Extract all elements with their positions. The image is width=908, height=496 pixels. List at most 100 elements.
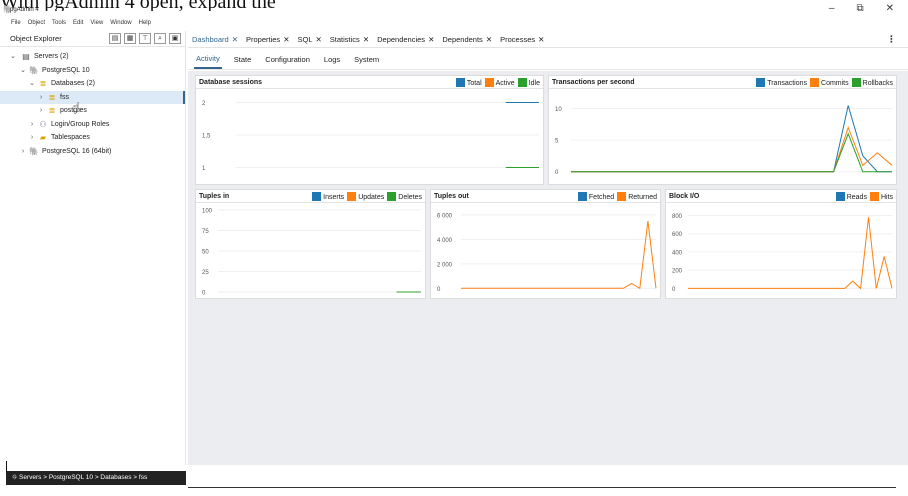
menu-window[interactable]: Window	[110, 17, 131, 29]
legend-item[interactable]: Deletes	[387, 191, 422, 201]
chevron-right-icon[interactable]: ›	[28, 131, 36, 145]
tree-node-login-roles[interactable]: › ⚇ Login/Group Roles	[0, 118, 185, 132]
y-tick-label: 50	[202, 250, 209, 256]
close-icon[interactable]: ✕	[283, 35, 289, 44]
tab-dashboard[interactable]: Dashboard ✕	[192, 35, 238, 44]
transactions-per-second-panel: Transactions per second Transactions Com…	[548, 75, 897, 185]
subtab-state[interactable]: State	[232, 51, 254, 68]
y-tick-label: 0	[437, 287, 441, 293]
close-icon[interactable]: ✕	[316, 35, 322, 44]
menu-view[interactable]: View	[90, 17, 103, 29]
menu-tools[interactable]: Tools	[52, 17, 66, 29]
menu-help[interactable]: Help	[139, 17, 151, 29]
chevron-down-icon[interactable]: ⌄	[9, 50, 17, 64]
tuples-out-chart: 6 000 4 000 2 000 0	[437, 213, 657, 293]
tuples-in-chart: 100 75 50 25 0	[202, 209, 421, 297]
y-tick-label: 1	[202, 166, 206, 172]
tree-node-fss[interactable]: › ≣ fss	[0, 90, 185, 105]
tab-properties[interactable]: Properties ✕	[246, 35, 289, 44]
close-icon[interactable]: ✕	[486, 35, 492, 44]
divider	[188, 487, 896, 488]
legend-item[interactable]: Total	[455, 77, 482, 87]
legend-item[interactable]: Rollbacks	[851, 77, 893, 87]
restore-icon[interactable]: ⧉	[856, 3, 863, 14]
breadcrumb: Servers > PostgreSQL 10 > Databases > fs…	[19, 474, 148, 481]
y-tick-label: 200	[672, 269, 683, 275]
tree-node-postgresql-16[interactable]: › 🐘 PostgreSQL 16 (64bit)	[0, 145, 185, 159]
chevron-down-icon[interactable]: ⌄	[19, 64, 27, 78]
tree-node-databases[interactable]: ⌄ ≣ Databases (2)	[0, 77, 185, 91]
object-explorer: Object Explorer ▤ ▦ ⊤ ⌕ ▣ ⌄ ▤ Servers (2…	[0, 31, 186, 465]
database-sessions-chart: 21,51	[202, 101, 539, 172]
menu-bar: File Object Tools Edit View Window Help	[0, 17, 908, 29]
y-tick-label: 1,5	[202, 134, 211, 140]
tab-dependencies[interactable]: Dependencies ✕	[377, 35, 434, 44]
chevron-right-icon[interactable]: ›	[37, 104, 45, 118]
psql-tool-icon[interactable]: ▣	[169, 33, 181, 44]
object-tree: ⌄ ▤ Servers (2) ⌄ 🐘 PostgreSQL 10 ⌄ ≣ Da…	[0, 47, 185, 158]
dashboard-subtabs: Activity State Configuration Logs System	[188, 50, 908, 70]
panel-title: Transactions per second	[552, 78, 635, 86]
tree-node-label: Tablespaces	[51, 134, 90, 141]
y-tick-label: 0	[672, 287, 676, 293]
legend-item[interactable]: Returned	[617, 191, 657, 201]
series-line-hits	[688, 217, 893, 290]
tree-node-label: fss	[60, 93, 69, 101]
subtab-logs[interactable]: Logs	[322, 51, 342, 68]
search-icon[interactable]: ⌕	[154, 33, 166, 44]
menu-file[interactable]: File	[11, 17, 21, 29]
server-elephant-icon: 🐘	[29, 146, 39, 156]
window-controls: – ⧉ ✕	[829, 3, 894, 14]
close-icon[interactable]: ✕	[538, 35, 544, 44]
series-line-transactions	[571, 105, 892, 173]
menu-edit[interactable]: Edit	[73, 17, 83, 29]
filter-rows-icon[interactable]: ⊤	[139, 33, 151, 44]
series-line-returned	[461, 220, 657, 290]
title-bar: 🐘 pgAdmin 4 – ⧉ ✕	[0, 0, 908, 17]
legend-item[interactable]: Idle	[517, 77, 540, 87]
tab-sql[interactable]: SQL ✕	[297, 35, 321, 44]
tree-node-label: PostgreSQL 16 (64bit)	[42, 147, 112, 155]
chevron-down-icon[interactable]: ⌄	[28, 77, 36, 91]
more-options-icon[interactable]: ⋮	[887, 34, 896, 45]
tree-node-postgres[interactable]: › ≣ postgres	[0, 104, 185, 118]
chevron-right-icon[interactable]: ›	[28, 118, 36, 132]
servers-icon: ▤	[22, 52, 30, 61]
tab-dependents[interactable]: Dependents ✕	[442, 35, 492, 44]
legend-item[interactable]: Active	[484, 77, 515, 87]
close-icon[interactable]: ✕	[428, 35, 434, 44]
close-icon[interactable]: ✕	[363, 35, 369, 44]
query-tool-icon[interactable]: ▤	[109, 33, 121, 44]
status-breadcrumb: ⛗ Servers > PostgreSQL 10 > Databases > …	[6, 461, 186, 485]
folder-icon: ▰	[39, 133, 47, 142]
legend-item[interactable]: Transactions	[756, 77, 807, 87]
chevron-right-icon[interactable]: ›	[19, 145, 27, 159]
dashboard-content: Database sessions Total Active Idle 2 1,5…	[188, 71, 908, 465]
roles-icon: ⚇	[39, 119, 47, 129]
menu-object[interactable]: Object	[28, 17, 45, 29]
legend-item[interactable]: Inserts	[312, 191, 344, 201]
view-data-icon[interactable]: ▦	[124, 33, 136, 44]
object-explorer-header: Object Explorer ▤ ▦ ⊤ ⌕ ▣	[0, 31, 185, 47]
legend-item[interactable]: Reads	[835, 191, 867, 201]
tree-node-tablespaces[interactable]: › ▰ Tablespaces	[0, 131, 185, 145]
subtab-system[interactable]: System	[352, 51, 381, 68]
close-icon[interactable]: ✕	[232, 35, 238, 44]
legend-item[interactable]: Hits	[869, 191, 893, 201]
app-title: pgAdmin 4	[10, 7, 39, 13]
chart-legend: Transactions Commits Rollbacks	[756, 77, 893, 87]
block-io-panel: Block I/O Reads Hits 800 600 400 200 0	[665, 189, 897, 299]
tree-node-servers[interactable]: ⌄ ▤ Servers (2)	[0, 50, 185, 64]
tab-processes[interactable]: Processes ✕	[500, 35, 544, 44]
panel-header: Database sessions Total Active Idle	[196, 76, 543, 89]
tab-statistics[interactable]: Statistics ✕	[330, 35, 369, 44]
chevron-right-icon[interactable]: ›	[37, 91, 45, 105]
legend-item[interactable]: Updates	[347, 191, 384, 201]
legend-item[interactable]: Fetched	[577, 191, 614, 201]
minimize-icon[interactable]: –	[829, 3, 835, 14]
tree-node-postgresql-10[interactable]: ⌄ 🐘 PostgreSQL 10	[0, 64, 185, 78]
legend-item[interactable]: Commits	[810, 77, 849, 87]
close-icon[interactable]: ✕	[886, 3, 894, 14]
subtab-configuration[interactable]: Configuration	[263, 51, 312, 68]
subtab-activity[interactable]: Activity	[194, 50, 222, 69]
